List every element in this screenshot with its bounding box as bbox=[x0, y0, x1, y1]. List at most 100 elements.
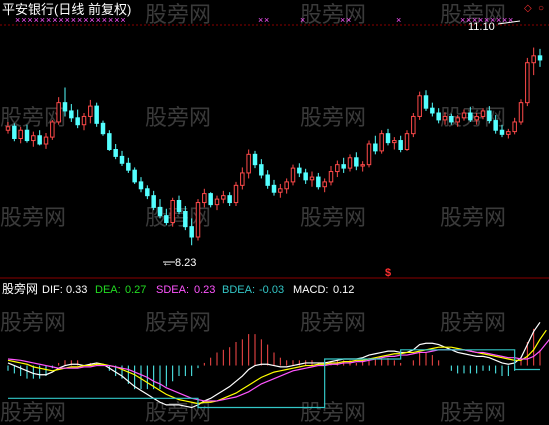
candle-down bbox=[537, 55, 543, 61]
candle-up bbox=[43, 136, 49, 145]
candle-down bbox=[138, 181, 144, 190]
candle-down bbox=[259, 164, 264, 176]
candle-up bbox=[455, 117, 460, 123]
candle-up bbox=[170, 199, 175, 224]
watermark: 股旁网 bbox=[145, 400, 211, 425]
indicator-source: 股旁网 bbox=[2, 281, 38, 296]
candle-down bbox=[126, 162, 131, 171]
bdea-value: -0.03 bbox=[259, 284, 284, 296]
stock-chart-window: 股旁网 股旁网 股旁网 股旁网 股旁网 股旁网 股旁网 股旁网 股旁网 股旁网 … bbox=[0, 0, 549, 425]
signal-x-mark: × bbox=[15, 15, 20, 25]
diamond-icon[interactable]: ◇ bbox=[524, 3, 532, 14]
candle-up bbox=[366, 143, 372, 166]
indicator-legend: 股旁网 DIF: 0.33 DEA: 0.27 SDEA: 0.23 BDEA:… bbox=[2, 281, 354, 296]
candle-down bbox=[37, 135, 42, 145]
chart-canvas: 股旁网 股旁网 股旁网 股旁网 股旁网 股旁网 股旁网 股旁网 股旁网 股旁网 … bbox=[0, 2, 549, 425]
signal-x-mark: × bbox=[71, 15, 76, 25]
watermark: 股旁网 bbox=[0, 400, 66, 425]
candle-up bbox=[360, 164, 365, 167]
watermark: 股旁网 bbox=[0, 105, 66, 130]
watermark: 股旁网 bbox=[300, 105, 366, 130]
candle-up bbox=[518, 102, 524, 123]
candle-down bbox=[183, 211, 188, 228]
candle-down bbox=[303, 172, 308, 181]
watermark: 股旁网 bbox=[300, 310, 366, 335]
candle-up bbox=[309, 176, 315, 181]
watermark: 股旁网 bbox=[440, 310, 506, 335]
candle-down bbox=[145, 188, 150, 197]
candle-down bbox=[69, 110, 74, 119]
candle-down bbox=[75, 117, 80, 126]
watermark: 股旁网 bbox=[145, 2, 211, 27]
signal-x-mark: × bbox=[340, 15, 345, 25]
watermark: 股旁网 bbox=[440, 205, 506, 230]
candle-down bbox=[252, 153, 258, 166]
candle-up bbox=[278, 188, 283, 193]
candle-up bbox=[240, 172, 245, 186]
candle-up bbox=[411, 115, 416, 135]
signal-x-mark: × bbox=[508, 15, 513, 25]
candle-down bbox=[189, 226, 194, 238]
candle-up bbox=[417, 95, 422, 117]
candle-down bbox=[385, 133, 391, 144]
candle-down bbox=[62, 102, 68, 112]
signal-x-mark: × bbox=[264, 15, 269, 25]
sdea-label: SDEA: bbox=[156, 284, 189, 296]
candle-up bbox=[88, 105, 93, 117]
candle-up bbox=[81, 115, 87, 126]
candle-down bbox=[499, 129, 505, 135]
candle-down bbox=[265, 174, 270, 186]
candle-down bbox=[423, 95, 429, 109]
candle-down bbox=[24, 129, 30, 142]
candle-up bbox=[335, 164, 340, 173]
candle-up bbox=[195, 202, 201, 238]
candle-up bbox=[525, 62, 530, 104]
indicator-lines bbox=[7, 321, 549, 409]
sdea-value: 0.23 bbox=[194, 284, 215, 296]
candle-down bbox=[398, 140, 403, 151]
circle-icon[interactable]: ○ bbox=[538, 3, 544, 14]
candle-down bbox=[164, 215, 169, 224]
bdea-label: BDEA: bbox=[222, 284, 255, 296]
candle-down bbox=[487, 110, 492, 122]
signal-x-mark: × bbox=[300, 15, 305, 25]
watermark: 股旁网 bbox=[0, 310, 66, 335]
candle-up bbox=[284, 181, 289, 190]
signal-marks-row: × × × × × × × × × × × × × × × × × × × × × × × × × × × × × × × × × bbox=[15, 15, 513, 25]
candle-down bbox=[157, 206, 163, 217]
signal-x-mark: × bbox=[40, 15, 45, 25]
candle-up bbox=[506, 131, 511, 135]
candle-down bbox=[151, 195, 156, 208]
low-price-label: 8.23 bbox=[175, 257, 196, 269]
signal-x-mark: × bbox=[396, 15, 401, 25]
candle-up bbox=[56, 102, 61, 123]
low-arrow-icon: ← bbox=[162, 257, 173, 269]
dif-value: 0.33 bbox=[66, 284, 87, 296]
candle-down bbox=[94, 105, 99, 124]
signal-x-mark: × bbox=[83, 15, 88, 25]
macd-value: 0.12 bbox=[333, 284, 354, 296]
macd-histogram bbox=[7, 328, 541, 390]
signal-x-mark: × bbox=[89, 15, 94, 25]
watermark: 股旁网 bbox=[300, 400, 366, 425]
candle-down bbox=[373, 143, 378, 152]
candle-down bbox=[119, 155, 125, 164]
candle-up bbox=[474, 115, 479, 121]
candle-down bbox=[271, 184, 277, 193]
series-line-sdea bbox=[7, 338, 549, 402]
watermark: 股旁网 bbox=[300, 205, 366, 230]
candle-up bbox=[202, 193, 207, 204]
signal-x-mark: × bbox=[52, 15, 57, 25]
signal-x-mark: × bbox=[96, 15, 101, 25]
watermark: 股旁网 bbox=[145, 105, 211, 130]
dea-label: DEA: bbox=[95, 284, 121, 296]
candle-down bbox=[430, 107, 435, 114]
candle-down bbox=[493, 120, 498, 131]
candle-up bbox=[290, 167, 296, 183]
candle-down bbox=[113, 149, 118, 157]
candle-down bbox=[449, 115, 454, 123]
candle-up bbox=[31, 135, 36, 142]
candle-up bbox=[233, 184, 239, 204]
candle-up bbox=[404, 133, 410, 151]
dea-value: 0.27 bbox=[125, 284, 146, 296]
